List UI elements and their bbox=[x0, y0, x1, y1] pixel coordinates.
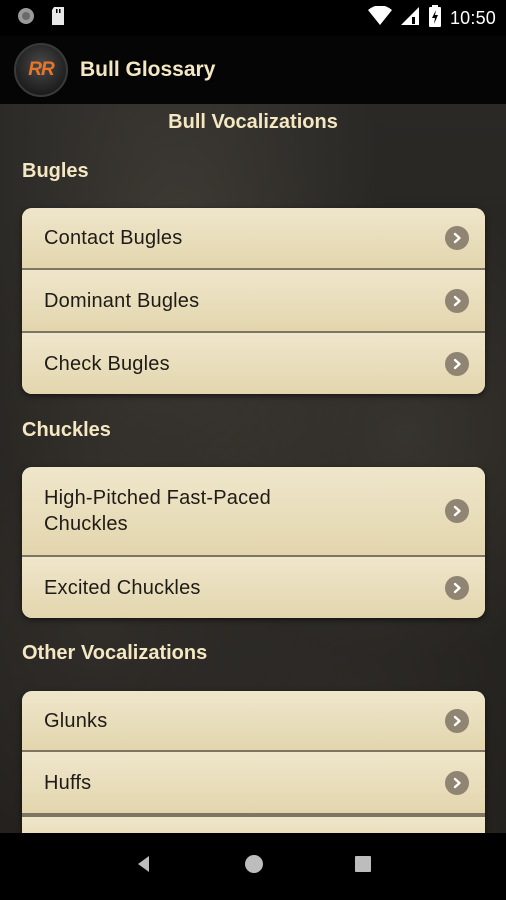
section-heading-chuckles: Chuckles bbox=[22, 419, 111, 441]
section-heading-other-vocalizations: Other Vocalizations bbox=[22, 642, 208, 664]
app-bar: RR Bull Glossary bbox=[0, 36, 506, 104]
list-item-huffs[interactable]: Huffs bbox=[22, 752, 485, 815]
list-item-label: Check Bugles bbox=[44, 352, 170, 375]
status-time: 10:50 bbox=[449, 7, 496, 28]
screen: 10:50 RR Bull Glossary Bull Vocalization… bbox=[0, 0, 506, 900]
card-chuckles: High-Pitched Fast-Paced Chuckles Excited… bbox=[22, 467, 485, 618]
list-item-check-bugles[interactable]: Check Bugles bbox=[22, 333, 485, 394]
home-icon[interactable] bbox=[243, 853, 265, 880]
list-item-label: Excited Chuckles bbox=[44, 576, 201, 599]
chevron-right-icon bbox=[445, 575, 469, 600]
section-heading-bugles: Bugles bbox=[22, 160, 89, 182]
battery-charging-icon bbox=[428, 4, 442, 32]
card-other-vocalizations: Glunks Huffs bbox=[22, 691, 485, 833]
list-item-excited-chuckles[interactable]: Excited Chuckles bbox=[22, 557, 485, 618]
list-item-label: High-Pitched Fast-Paced Chuckles bbox=[44, 487, 271, 535]
app-logo[interactable]: RR bbox=[14, 43, 68, 97]
sd-card-icon bbox=[50, 6, 66, 31]
app-logo-text: RR bbox=[28, 59, 54, 80]
chevron-right-icon bbox=[445, 351, 469, 376]
app-title: Bull Glossary bbox=[80, 58, 216, 81]
chevron-right-icon bbox=[445, 708, 469, 733]
chevron-right-icon bbox=[445, 770, 469, 795]
chevron-right-icon bbox=[445, 499, 469, 523]
content-area[interactable]: Bull Vocalizations Bugles Contact Bugles… bbox=[0, 104, 506, 833]
list-item-label: Contact Bugles bbox=[44, 227, 183, 249]
recents-icon[interactable] bbox=[354, 855, 372, 878]
page-heading: Bull Vocalizations bbox=[168, 111, 338, 133]
list-item-contact-bugles[interactable]: Contact Bugles bbox=[22, 208, 485, 270]
list-item-partial[interactable] bbox=[22, 815, 485, 833]
list-item-label: Huffs bbox=[44, 771, 92, 794]
status-bar: 10:50 bbox=[0, 0, 506, 36]
wifi-icon bbox=[367, 4, 392, 31]
chevron-right-icon bbox=[445, 288, 469, 313]
back-icon[interactable] bbox=[134, 854, 154, 879]
navigation-bar bbox=[0, 833, 506, 900]
signal-icon bbox=[400, 6, 420, 31]
list-item-dominant-bugles[interactable]: Dominant Bugles bbox=[22, 270, 485, 333]
card-bugles: Contact Bugles Dominant Bugles Check Bug… bbox=[22, 208, 485, 394]
list-item-high-pitched-fast-paced-chuckles[interactable]: High-Pitched Fast-Paced Chuckles bbox=[22, 467, 485, 557]
record-icon bbox=[16, 6, 36, 31]
chevron-right-icon bbox=[445, 226, 469, 250]
list-item-glunks[interactable]: Glunks bbox=[22, 691, 485, 752]
list-item-label: Dominant Bugles bbox=[44, 289, 200, 312]
list-item-label: Glunks bbox=[44, 709, 108, 732]
